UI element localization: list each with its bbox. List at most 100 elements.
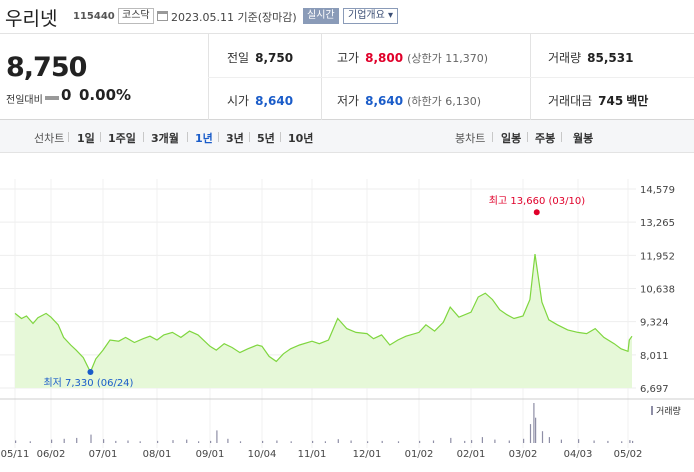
divider <box>561 132 562 142</box>
tab-5y[interactable]: 5년 <box>257 130 275 146</box>
x-tick-label: 03/02 <box>509 449 538 460</box>
x-tick-label: 10/04 <box>248 449 277 460</box>
volume-bar <box>210 440 212 443</box>
volume-bar <box>621 441 623 443</box>
stock-name: 우리넷 <box>5 8 58 30</box>
volume-bar <box>90 434 92 443</box>
volume-bar <box>541 431 544 443</box>
divider <box>249 132 250 142</box>
min-annotation: 최저 7,330 (06/24) <box>43 377 133 389</box>
volume-legend-swatch <box>651 406 653 415</box>
volume-bar <box>324 441 326 443</box>
stat-value: 745 <box>598 94 624 108</box>
tab-3y[interactable]: 3년 <box>226 130 244 146</box>
volume-bar <box>186 439 188 443</box>
volume-bar <box>216 430 218 443</box>
x-tick-label: 07/01 <box>89 449 118 460</box>
change-rate: 0.00% <box>79 86 132 104</box>
stat-amount: 거래대금 745 백만 <box>548 92 648 109</box>
divider <box>218 132 219 142</box>
stock-code: 115440 <box>73 11 115 22</box>
volume-bar <box>115 440 117 443</box>
volume-bar <box>523 438 525 443</box>
y-tick-label: 14,579 <box>640 185 675 196</box>
divider <box>208 77 694 78</box>
calendar-icon <box>157 11 168 21</box>
stat-high: 고가 8,800 (상한가 11,370) <box>337 49 488 66</box>
min-point-marker <box>87 369 94 376</box>
stat-value: 85,531 <box>587 51 634 65</box>
volume-bar <box>15 440 17 443</box>
volume-bar <box>139 441 141 443</box>
volume-bar <box>607 440 609 443</box>
tab-1y[interactable]: 1년 <box>195 130 213 146</box>
change-value: 0 <box>61 86 72 104</box>
change-label: 전일대비 <box>6 95 43 106</box>
divider <box>100 132 101 142</box>
volume-bar <box>464 440 466 443</box>
stat-low: 저가 8,640 (하한가 6,130) <box>337 92 481 109</box>
tab-daily[interactable]: 일봉 <box>501 130 521 146</box>
volume-bar <box>290 441 292 443</box>
company-overview-button[interactable]: 기업개요 ▾ <box>343 8 398 24</box>
volume-bar <box>529 424 532 443</box>
chart-tabbar: 선차트 1일 1주일 3개월 1년 3년 5년 10년 봉차트 일봉 주봉 월봉 <box>0 120 694 153</box>
volume-bar <box>350 440 352 443</box>
stat-label: 거래량 <box>548 51 582 65</box>
stat-value: 8,640 <box>255 94 294 108</box>
x-tick-label: 01/02 <box>405 449 434 460</box>
volume-bar <box>312 440 314 443</box>
volume-bar <box>76 437 78 443</box>
tab-3m[interactable]: 3개월 <box>151 130 179 146</box>
stat-volume: 거래량 85,531 <box>548 49 633 66</box>
y-tick-label: 6,697 <box>640 384 669 395</box>
volume-bar <box>127 440 129 443</box>
realtime-button[interactable]: 실시간 <box>303 8 339 24</box>
stock-header: 우리넷 115440 코스닥 2023.05.11 기준(장마감) 실시간 기업… <box>0 0 694 34</box>
volume-bar <box>450 437 452 443</box>
volume-bar <box>63 438 65 443</box>
market-badge: 코스닥 <box>118 8 154 24</box>
lower-limit: (하한가 6,130) <box>407 95 481 108</box>
volume-bar <box>535 417 537 443</box>
tab-10y[interactable]: 10년 <box>288 130 313 146</box>
volume-bar <box>632 440 634 443</box>
current-price: 8,750 <box>6 52 87 83</box>
stat-label: 거래대금 <box>548 94 593 108</box>
volume-bar <box>381 440 383 443</box>
price-panel: 8,750 전일대비 0 0.00% 전일 8,750 고가 8,800 (상한가 1… <box>0 34 694 120</box>
tab-1d[interactable]: 1일 <box>77 130 95 146</box>
stat-open: 시가 8,640 <box>227 92 293 109</box>
tab-1w[interactable]: 1주일 <box>108 130 136 146</box>
x-tick-label: 04/03 <box>564 449 593 460</box>
price-area-fill <box>15 254 632 388</box>
volume-bar <box>397 441 400 443</box>
volume-bar <box>419 440 421 443</box>
volume-bar <box>629 440 631 443</box>
stat-value: 8,640 <box>365 94 404 108</box>
x-tick-label: 05/02 <box>614 449 643 460</box>
divider <box>492 132 493 142</box>
stat-unit: 백만 <box>626 94 649 108</box>
volume-bar <box>157 440 159 443</box>
x-tick-label: 11/01 <box>298 449 327 460</box>
candle-chart-label: 봉차트 <box>455 132 486 145</box>
volume-bar <box>578 439 580 443</box>
y-tick-label: 9,324 <box>640 318 669 329</box>
max-annotation: 최고 13,660 (03/10) <box>489 195 585 207</box>
stat-label: 시가 <box>227 94 250 108</box>
stat-value: 8,800 <box>365 51 404 65</box>
volume-bar <box>508 440 510 443</box>
volume-bar <box>481 437 483 443</box>
volume-bar <box>432 440 435 443</box>
volume-bar <box>239 441 242 443</box>
tab-monthly[interactable]: 월봉 <box>573 130 593 146</box>
upper-limit: (상한가 11,370) <box>407 52 488 65</box>
volume-bar <box>471 440 473 443</box>
tab-weekly[interactable]: 주봉 <box>535 130 555 146</box>
volume-bar <box>593 440 595 443</box>
volume-bar <box>533 403 535 443</box>
stat-label: 고가 <box>337 51 360 65</box>
max-point-marker <box>533 209 540 216</box>
volume-bar <box>172 440 174 443</box>
